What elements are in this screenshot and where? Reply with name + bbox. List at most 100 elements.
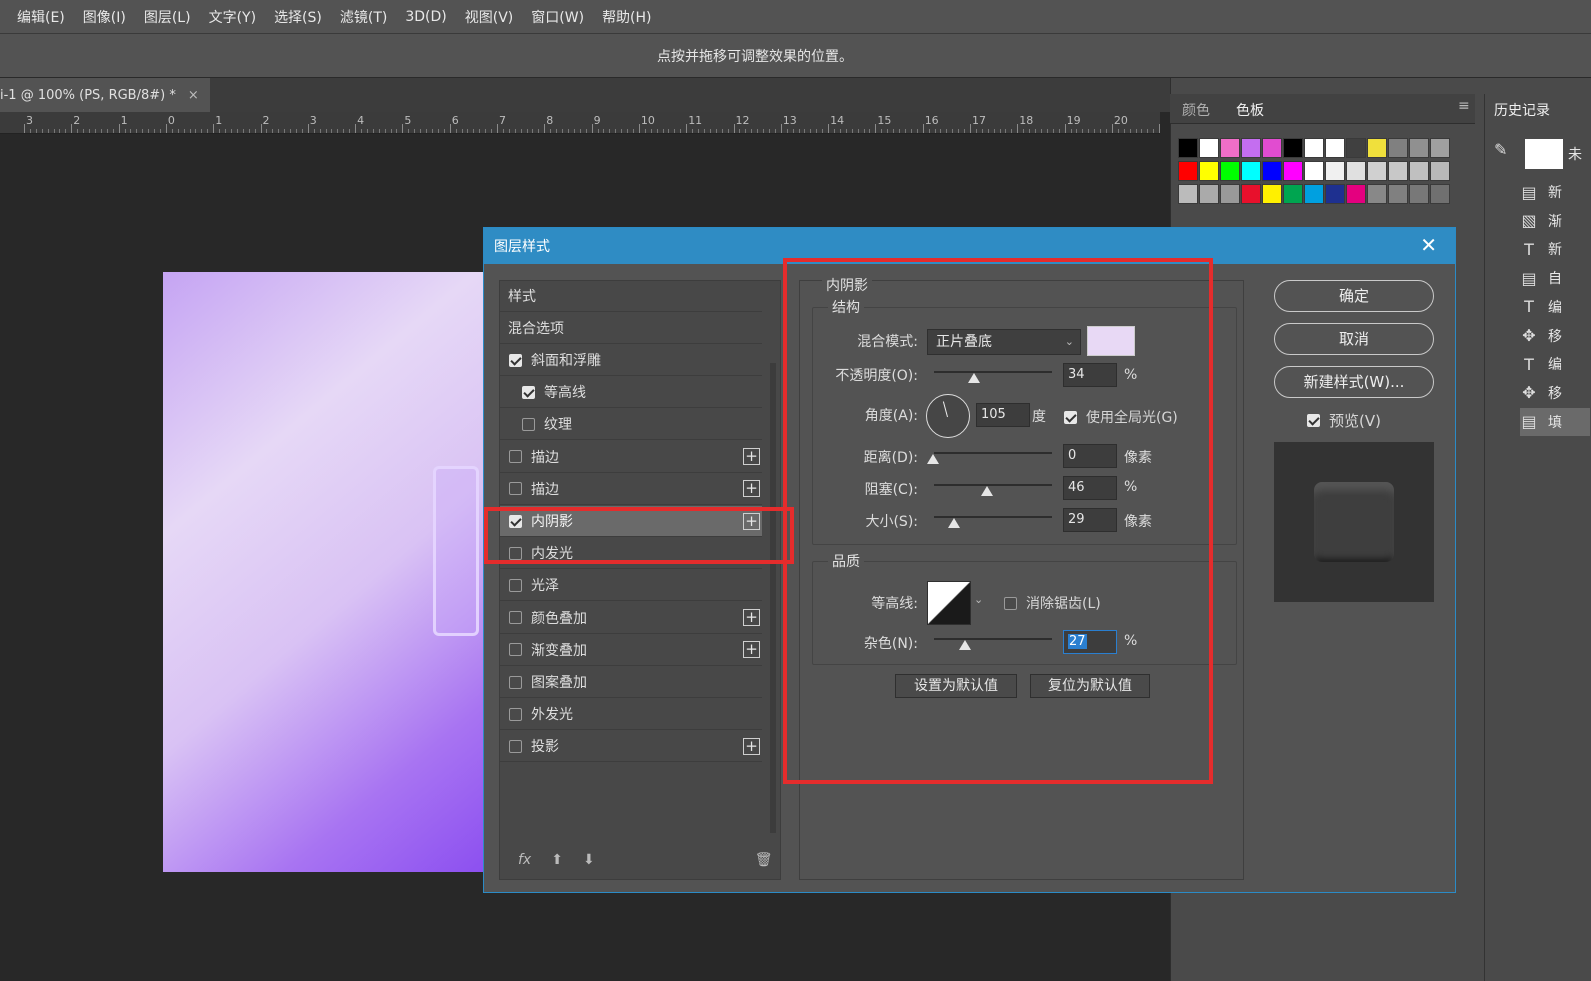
- history-item[interactable]: ▤ 填: [1520, 407, 1590, 436]
- swatch[interactable]: [1304, 138, 1324, 158]
- style-checkbox[interactable]: [509, 482, 522, 496]
- history-item[interactable]: ✥ 移: [1520, 379, 1590, 407]
- swatch[interactable]: [1283, 161, 1303, 181]
- style-checkbox[interactable]: [522, 385, 535, 399]
- preview-check[interactable]: [1307, 414, 1320, 427]
- history-item[interactable]: ▧ 渐: [1520, 207, 1590, 235]
- style-item[interactable]: 外发光: [500, 699, 762, 731]
- menu-item[interactable]: 图像(I): [74, 7, 135, 27]
- menu-item[interactable]: 编辑(E): [8, 7, 74, 27]
- style-checkbox[interactable]: [509, 353, 522, 367]
- style-item[interactable]: 描边 +: [500, 474, 762, 505]
- swatch[interactable]: [1199, 161, 1219, 181]
- swatch[interactable]: [1430, 184, 1450, 204]
- style-item[interactable]: 颜色叠加 +: [500, 603, 762, 634]
- style-item[interactable]: 纹理: [500, 409, 762, 441]
- swatch[interactable]: [1346, 138, 1366, 158]
- style-checkbox[interactable]: [509, 675, 522, 689]
- cancel-button[interactable]: 取消: [1274, 323, 1434, 355]
- style-item[interactable]: 光泽: [500, 570, 762, 602]
- menu-item[interactable]: 滤镜(T): [331, 7, 396, 27]
- menu-item[interactable]: 3D(D): [396, 9, 455, 25]
- style-item[interactable]: 斜面和浮雕: [500, 345, 762, 376]
- document-tab[interactable]: i-1 @ 100% (PS, RGB/8#) * ×: [0, 78, 210, 112]
- style-checkbox[interactable]: [509, 739, 522, 753]
- swatch[interactable]: [1367, 161, 1387, 181]
- swatch[interactable]: [1367, 184, 1387, 204]
- swatch[interactable]: [1262, 161, 1282, 181]
- tab-color[interactable]: 颜色: [1182, 100, 1210, 120]
- style-item[interactable]: 图案叠加: [500, 667, 762, 698]
- style-checkbox[interactable]: [509, 707, 522, 721]
- swatch[interactable]: [1367, 138, 1387, 158]
- swatch[interactable]: [1325, 161, 1345, 181]
- menu-item[interactable]: 视图(V): [456, 7, 523, 27]
- style-item[interactable]: 渐变叠加 +: [500, 635, 762, 666]
- menu-item[interactable]: 窗口(W): [522, 7, 593, 27]
- preview-checkbox[interactable]: 预览(V): [1307, 410, 1381, 431]
- history-item[interactable]: T编: [1520, 350, 1590, 378]
- style-checkbox[interactable]: [509, 611, 522, 625]
- style-item[interactable]: 等高线: [500, 377, 762, 409]
- add-icon[interactable]: +: [743, 609, 760, 627]
- style-item[interactable]: 描边 +: [500, 442, 762, 473]
- swatch[interactable]: [1220, 138, 1240, 158]
- swatch[interactable]: [1199, 138, 1219, 158]
- swatch[interactable]: [1346, 184, 1366, 204]
- menu-item[interactable]: 文字(Y): [200, 7, 265, 27]
- swatch[interactable]: [1388, 184, 1408, 204]
- swatch[interactable]: [1304, 161, 1324, 181]
- swatch[interactable]: [1283, 138, 1303, 158]
- swatch[interactable]: [1241, 161, 1261, 181]
- swatch[interactable]: [1178, 138, 1198, 158]
- menu-item[interactable]: 帮助(H): [593, 7, 660, 27]
- swatch[interactable]: [1304, 184, 1324, 204]
- style-checkbox[interactable]: [509, 450, 522, 464]
- add-icon[interactable]: +: [743, 480, 760, 498]
- swatch[interactable]: [1283, 184, 1303, 204]
- swatch[interactable]: [1220, 161, 1240, 181]
- swatch[interactable]: [1430, 161, 1450, 181]
- swatch[interactable]: [1346, 161, 1366, 181]
- brush-icon[interactable]: ✎: [1494, 140, 1516, 162]
- fx-icon[interactable]: fx: [518, 852, 531, 868]
- menu-item[interactable]: 图层(L): [135, 7, 200, 27]
- swatch[interactable]: [1262, 138, 1282, 158]
- add-icon[interactable]: +: [743, 641, 760, 659]
- history-item[interactable]: ▤ 自: [1520, 264, 1590, 292]
- add-icon[interactable]: +: [743, 448, 760, 466]
- swatch[interactable]: [1199, 184, 1219, 204]
- style-list-scrollbar[interactable]: [770, 363, 776, 833]
- history-item[interactable]: ▤ 新: [1520, 178, 1590, 206]
- style-checkbox[interactable]: [509, 643, 522, 657]
- panel-menu-icon[interactable]: ≡: [1458, 98, 1470, 114]
- swatch[interactable]: [1325, 138, 1345, 158]
- swatch[interactable]: [1178, 184, 1198, 204]
- style-checkbox[interactable]: [509, 578, 522, 592]
- snapshot-thumbnail[interactable]: [1525, 139, 1563, 169]
- swatch[interactable]: [1220, 184, 1240, 204]
- swatch[interactable]: [1262, 184, 1282, 204]
- swatch[interactable]: [1241, 184, 1261, 204]
- add-icon[interactable]: +: [743, 737, 760, 755]
- tab-swatches[interactable]: 色板: [1236, 100, 1264, 120]
- close-icon[interactable]: ✕: [1420, 233, 1437, 257]
- ok-button[interactable]: 确定: [1274, 280, 1434, 312]
- new-style-button[interactable]: 新建样式(W)...: [1274, 366, 1434, 398]
- swatch[interactable]: [1178, 161, 1198, 181]
- styles-header[interactable]: 样式: [500, 281, 762, 312]
- blend-options-item[interactable]: 混合选项: [500, 313, 762, 344]
- swatch[interactable]: [1430, 138, 1450, 158]
- menu-item[interactable]: 选择(S): [265, 7, 331, 27]
- history-item[interactable]: ✥ 移: [1520, 322, 1590, 350]
- move-up-icon[interactable]: ⬆: [551, 852, 563, 868]
- style-checkbox[interactable]: [522, 417, 535, 431]
- swatch[interactable]: [1409, 138, 1429, 158]
- swatch[interactable]: [1388, 138, 1408, 158]
- style-item[interactable]: 投影 +: [500, 731, 762, 763]
- trash-icon[interactable]: 🗑: [755, 852, 773, 868]
- move-down-icon[interactable]: ⬇: [583, 852, 595, 868]
- swatch[interactable]: [1241, 138, 1261, 158]
- history-item[interactable]: T编: [1520, 293, 1590, 321]
- swatch[interactable]: [1409, 184, 1429, 204]
